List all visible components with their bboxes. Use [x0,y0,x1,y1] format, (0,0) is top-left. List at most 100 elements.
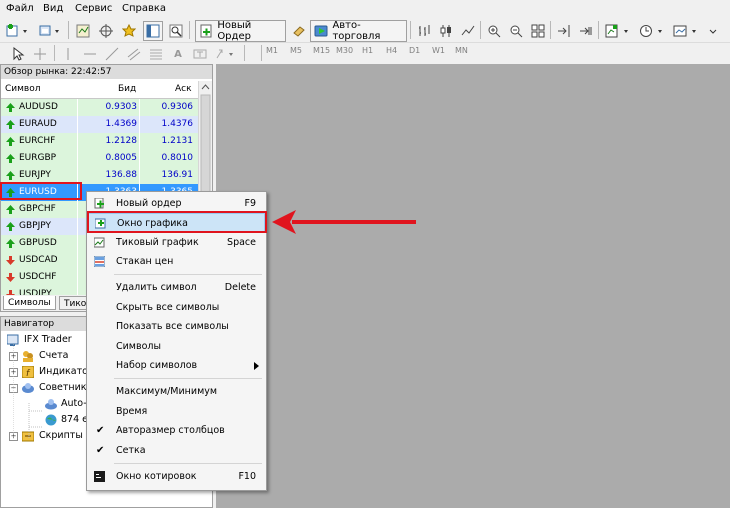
indicators-icon [605,24,628,38]
depth-of-market-icon [94,256,105,267]
toolbar-separator [550,21,551,39]
menu-service[interactable]: Сервис [75,3,112,14]
auto-trading-icon [314,25,328,37]
menu-item-symbols[interactable]: Символы [87,337,266,356]
timeframe-w1[interactable]: W1 [432,46,445,55]
red-pointer-arrow-icon [272,210,416,234]
tab-ticks[interactable]: Тико [59,296,89,310]
timeframe-m15[interactable]: M15 [313,46,330,55]
menu-item-show-all[interactable]: Показать все символы [87,317,266,336]
table-row[interactable]: AUDUSD 0.9303 0.9306 [1,99,198,116]
zoom-in-button[interactable] [484,21,504,41]
timeframe-h4[interactable]: H4 [386,46,397,55]
menu-file[interactable]: Файл [6,3,34,14]
line-chart-button[interactable] [458,21,478,41]
data-window-button[interactable] [96,21,116,41]
new-order-icon [94,198,104,209]
profiles-button[interactable] [36,21,66,41]
terminal-button[interactable] [143,21,163,41]
menu-item-autosize-columns[interactable]: ✔ Авторазмер столбцов [87,421,266,440]
menu-item-grid[interactable]: ✔ Сетка [87,441,266,460]
arrow-up-icon [6,103,15,112]
ask-value: 136.91 [161,170,194,180]
symbol-name: USDJPY [19,289,52,295]
menu-help[interactable]: Справка [122,3,166,14]
drawing-toolbar: A M1 M5 M15 M30 H1 H4 D1 W1 MN [0,43,730,63]
submenu-arrow-icon [254,362,259,370]
arrow-down-icon [6,273,15,282]
menu-item-hide-all[interactable]: Скрыть все символы [87,298,266,317]
autoscroll-button[interactable] [576,21,596,41]
timeframe-m5[interactable]: M5 [290,46,302,55]
chart-shift-button[interactable] [554,21,574,41]
arrows-dropdown-button[interactable] [212,44,240,64]
tree-item-label: Советник [39,382,87,393]
tab-symbols[interactable]: Символы [3,296,56,310]
table-row[interactable]: EURGBP 0.8005 0.8010 [1,150,198,167]
fibonacci-button[interactable] [146,44,166,64]
symbol-name: EURAUD [19,119,57,129]
quotes-window-icon [94,471,105,482]
autoscroll-icon [580,27,592,35]
menu-view[interactable]: Вид [43,3,63,14]
crosshair-icon [34,48,46,60]
timeframe-h1[interactable]: H1 [362,46,373,55]
symbol-name: GBPCHF [19,204,56,214]
new-order-button[interactable]: Новый Ордер [195,20,286,42]
menu-item-high-low[interactable]: Максимум/Минимум [87,382,266,401]
chevron-down-icon [709,29,717,34]
ask-value: 1.4376 [161,119,194,129]
menu-item-symbol-sets[interactable]: Набор символов [87,356,266,375]
strategy-tester-button[interactable] [166,21,186,41]
menu-item-depth-of-market[interactable]: Стакан цен [87,252,266,271]
horizontal-line-button[interactable] [80,44,100,64]
candlestick-button[interactable] [436,21,456,41]
crosshair-target-icon [99,24,113,38]
table-row[interactable]: EURAUD 1.4369 1.4376 [1,116,198,133]
menu-item-label: Окно котировок [116,471,197,482]
menu-item-label: Авторазмер столбцов [116,425,225,436]
vertical-line-button[interactable] [58,44,78,64]
clock-icon [640,25,662,37]
periods-dropdown-button[interactable] [637,21,669,41]
indicators-dropdown-button[interactable] [603,21,635,41]
column-bid[interactable]: Бид [118,84,136,94]
channel-icon [127,48,141,61]
timeframe-m30[interactable]: M30 [336,46,353,55]
new-chart-button[interactable] [4,21,34,41]
timeframe-m1[interactable]: M1 [266,46,278,55]
menu-item-tick-chart[interactable]: Тиковый график Space [87,233,266,252]
eraser-button[interactable] [289,21,309,41]
menu-item-label: Символы [116,341,161,352]
globe-icon [45,414,57,426]
toolbar-overflow-button[interactable] [705,21,721,41]
templates-dropdown-button[interactable] [671,21,703,41]
zoom-out-button[interactable] [506,21,526,41]
tile-windows-button[interactable] [528,21,548,41]
column-ask[interactable]: Аск [175,84,192,94]
timeframe-mn[interactable]: MN [455,46,468,55]
column-symbol[interactable]: Символ [5,84,41,94]
navigator-button[interactable] [119,21,139,41]
menu-item-delete-symbol[interactable]: Удалить символ Delete [87,278,266,297]
vertical-line-icon [67,48,69,60]
auto-trading-button[interactable]: Авто-торговля [310,20,407,42]
menu-item-quotes-window[interactable]: Окно котировок F10 [87,467,266,486]
symbol-name: GBPJPY [19,221,51,231]
chart-shift-icon [558,25,570,37]
cursor-button[interactable] [8,44,28,64]
symbol-name: AUDUSD [19,102,58,112]
text-label-button[interactable] [190,44,210,64]
menu-item-label: Максимум/Минимум [116,386,218,397]
table-row[interactable]: EURCHF 1.2128 1.2131 [1,133,198,150]
trendline-button[interactable] [102,44,122,64]
text-button[interactable]: A [168,44,188,64]
menu-item-time[interactable]: Время [87,402,266,421]
arrow-up-icon [6,222,15,231]
bar-chart-button[interactable] [414,21,434,41]
menu-item-label: Набор символов [116,360,198,371]
crosshair-button[interactable] [30,44,50,64]
channel-button[interactable] [124,44,144,64]
timeframe-d1[interactable]: D1 [409,46,420,55]
market-watch-button[interactable] [73,21,93,41]
